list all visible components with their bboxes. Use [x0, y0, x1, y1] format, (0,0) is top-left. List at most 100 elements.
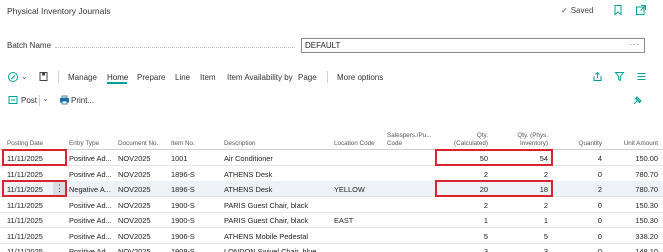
cell-document-no[interactable]: NOV2025: [118, 232, 168, 241]
cell-unit-amount[interactable]: 150.30: [608, 201, 658, 210]
cell-quantity[interactable]: 2: [560, 185, 602, 194]
batch-lookup-button[interactable]: ···: [630, 40, 640, 49]
cell-unit-amount[interactable]: 338.20: [608, 232, 658, 241]
cell-quantity[interactable]: 0: [560, 232, 602, 241]
cell-location-code[interactable]: EAST: [334, 216, 384, 225]
menu-manage[interactable]: Manage: [68, 73, 97, 82]
table-row[interactable]: 11/11/2025 Positive Ad... NOV2025 1908-S LON…: [0, 243, 663, 252]
cell-qty-calculated[interactable]: 2: [430, 201, 488, 210]
print-button[interactable]: Print...: [71, 96, 94, 105]
col-item-no[interactable]: Item No.: [171, 140, 195, 148]
col-description[interactable]: Description: [224, 140, 256, 148]
col-qty-calculated[interactable]: Qty. (Calculated): [430, 132, 488, 147]
edit-mode-icon[interactable]: [7, 71, 19, 83]
menu-item[interactable]: Item: [200, 73, 216, 82]
cell-unit-amount[interactable]: 150.30: [608, 216, 658, 225]
cell-description[interactable]: ATHENS Mobile Pedestal: [224, 232, 330, 241]
col-unit-amount[interactable]: Unit Amount: [608, 140, 658, 148]
cell-unit-amount[interactable]: 150.00: [608, 154, 658, 163]
cell-item-no[interactable]: 1896-S: [171, 170, 221, 179]
share-icon[interactable]: [592, 71, 603, 82]
cell-description[interactable]: ATHENS Desk: [224, 170, 330, 179]
cell-qty-phys-inventory[interactable]: 2: [490, 201, 548, 210]
cell-document-no[interactable]: NOV2025: [118, 216, 168, 225]
more-options-button[interactable]: More options: [337, 73, 383, 82]
col-entry-type[interactable]: Entry Type: [69, 140, 99, 148]
chevron-down-icon[interactable]: ⌄: [21, 72, 28, 81]
open-in-new-icon[interactable]: [635, 4, 647, 16]
new-page-icon[interactable]: [38, 71, 49, 82]
col-posting-date[interactable]: Posting Date: [7, 140, 43, 148]
cell-description[interactable]: LONDON Swivel Chair, blue: [224, 247, 330, 252]
cell-entry-type[interactable]: Positive Ad...: [69, 201, 115, 210]
cell-posting-date[interactable]: 11/11/2025: [7, 232, 62, 241]
cell-qty-calculated[interactable]: 3: [430, 247, 488, 252]
cell-posting-date[interactable]: 11/11/2025: [7, 247, 62, 252]
cell-posting-date[interactable]: 11/11/2025: [7, 170, 62, 179]
cell-document-no[interactable]: NOV2025: [118, 185, 168, 194]
col-qty-phys-inventory[interactable]: Qty. (Phys. Inventory): [490, 132, 548, 147]
cell-document-no[interactable]: NOV2025: [118, 154, 168, 163]
cell-item-no[interactable]: 1906-S: [171, 232, 221, 241]
cell-entry-type[interactable]: Positive Ad...: [69, 170, 115, 179]
cell-document-no[interactable]: NOV2025: [118, 247, 168, 252]
cell-quantity[interactable]: 0: [560, 170, 602, 179]
cell-posting-date[interactable]: 11/11/2025: [7, 216, 62, 225]
cell-qty-phys-inventory[interactable]: 5: [490, 232, 548, 241]
cell-description[interactable]: ATHENS Desk: [224, 185, 330, 194]
col-location-code[interactable]: Location Code: [334, 140, 375, 148]
cell-item-no[interactable]: 1900-S: [171, 201, 221, 210]
cell-entry-type[interactable]: Negative A...: [69, 185, 115, 194]
table-row[interactable]: 11/11/2025 Negative A... NOV2025 1896-S ATHE…: [0, 181, 663, 197]
cell-qty-phys-inventory[interactable]: 2: [490, 170, 548, 179]
cell-document-no[interactable]: NOV2025: [118, 201, 168, 210]
filter-icon[interactable]: [614, 71, 625, 82]
batch-name-input[interactable]: DEFAULT ···: [301, 38, 645, 53]
cell-entry-type[interactable]: Positive Ad...: [69, 154, 115, 163]
cell-location-code[interactable]: YELLOW: [334, 185, 384, 194]
menu-line[interactable]: Line: [175, 73, 190, 82]
table-row[interactable]: 11/11/2025 Positive Ad... NOV2025 1906-S ATH…: [0, 228, 663, 244]
cell-item-no[interactable]: 1896-S: [171, 185, 221, 194]
pin-icon[interactable]: [632, 95, 643, 106]
cell-description[interactable]: Air Conditioner: [224, 154, 330, 163]
menu-item-availability[interactable]: Item Availability by: [227, 73, 293, 82]
cell-qty-phys-inventory[interactable]: 3: [490, 247, 548, 252]
cell-qty-calculated[interactable]: 2: [430, 170, 488, 179]
chevron-down-icon[interactable]: ⌄: [42, 94, 49, 103]
col-quantity[interactable]: Quantity: [560, 140, 602, 148]
cell-entry-type[interactable]: Positive Ad...: [69, 216, 115, 225]
cell-description[interactable]: PARIS Guest Chair, black: [224, 201, 330, 210]
cell-qty-calculated[interactable]: 5: [430, 232, 488, 241]
post-button[interactable]: Post: [21, 96, 37, 105]
bookmark-icon[interactable]: [612, 4, 624, 16]
cell-quantity[interactable]: 0: [560, 247, 602, 252]
cell-unit-amount[interactable]: 148.10: [608, 247, 658, 252]
table-row[interactable]: 11/11/2025 Positive Ad... NOV2025 1001 Air C…: [0, 150, 663, 166]
col-qty-calculated-line1: Qty.: [476, 132, 488, 139]
cell-quantity[interactable]: 0: [560, 216, 602, 225]
menu-prepare[interactable]: Prepare: [137, 73, 165, 82]
cell-unit-amount[interactable]: 780.70: [608, 185, 658, 194]
table-row[interactable]: 11/11/2025 Positive Ad... NOV2025 1896-S ATH…: [0, 166, 663, 182]
list-view-icon[interactable]: [636, 71, 647, 82]
cell-qty-calculated[interactable]: 1: [430, 216, 488, 225]
menu-page[interactable]: Page: [298, 73, 317, 82]
tab-home[interactable]: Home: [107, 73, 128, 82]
cell-entry-type[interactable]: Positive Ad...: [69, 232, 115, 241]
cell-posting-date[interactable]: 11/11/2025: [7, 201, 62, 210]
table-row[interactable]: 11/11/2025 Positive Ad... NOV2025 1900-S PAR…: [0, 212, 663, 228]
cell-quantity[interactable]: 0: [560, 201, 602, 210]
cell-description[interactable]: PARIS Guest Chair, black: [224, 216, 330, 225]
table-row[interactable]: 11/11/2025 Positive Ad... NOV2025 1900-S PAR…: [0, 197, 663, 213]
cell-item-no[interactable]: 1908-S: [171, 247, 221, 252]
col-salesperson[interactable]: Salespers./Pu... Code: [387, 132, 431, 147]
cell-item-no[interactable]: 1001: [171, 154, 221, 163]
cell-unit-amount[interactable]: 780.70: [608, 170, 658, 179]
cell-entry-type[interactable]: Positive Ad...: [69, 247, 115, 252]
cell-item-no[interactable]: 1900-S: [171, 216, 221, 225]
cell-qty-phys-inventory[interactable]: 1: [490, 216, 548, 225]
cell-document-no[interactable]: NOV2025: [118, 170, 168, 179]
cell-quantity[interactable]: 4: [560, 154, 602, 163]
col-document-no[interactable]: Document No.: [118, 140, 158, 148]
